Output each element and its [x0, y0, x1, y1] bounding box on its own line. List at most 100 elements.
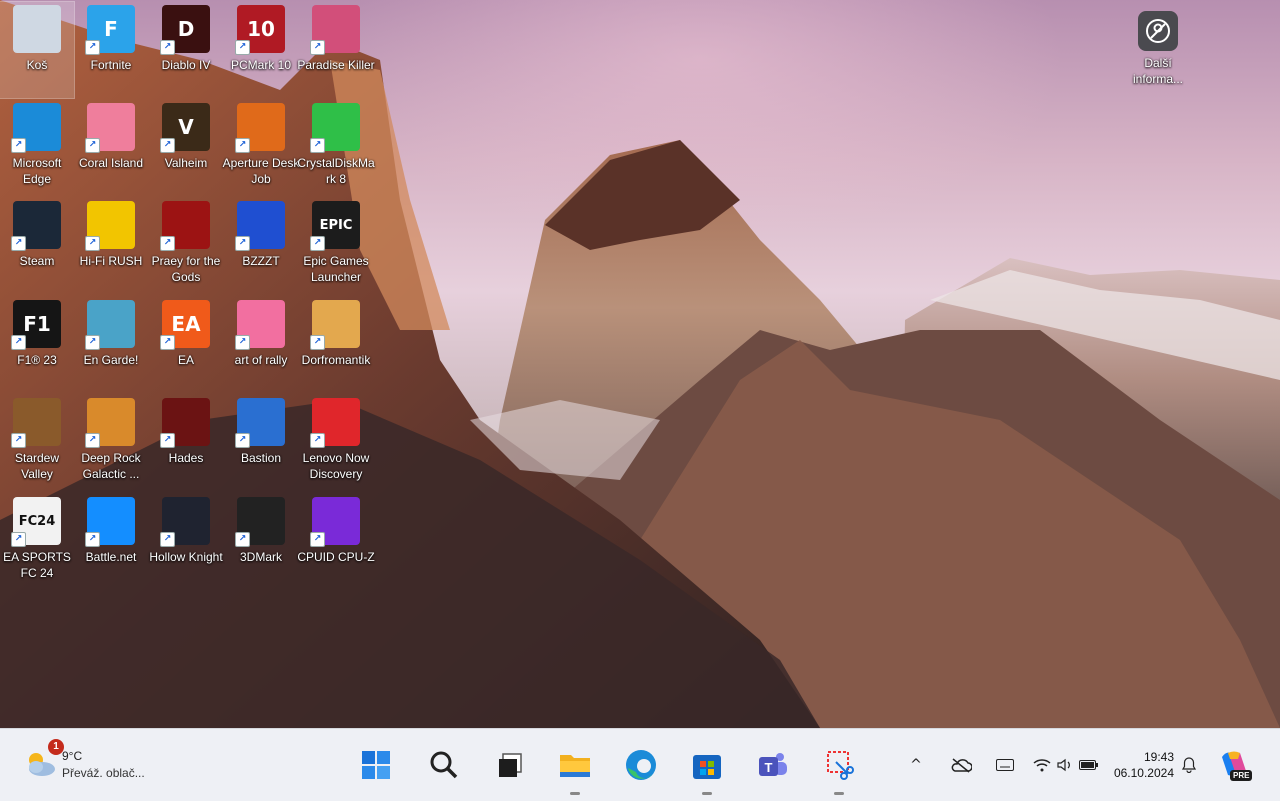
crystaldisk-icon: ↗	[310, 103, 360, 153]
desktop-icon-f1-23[interactable]: F1 ↗ F1® 23	[0, 297, 74, 393]
shortcut-arrow-icon: ↗	[235, 40, 250, 55]
desktop-icon-ea-sports-fc-24[interactable]: FC24 ↗ EA SPORTS FC 24	[0, 494, 74, 590]
teams-button[interactable]: T	[751, 743, 795, 787]
desktop-icon-stardew-valley[interactable]: ↗ Stardew Valley	[0, 395, 74, 491]
desktop-icon-label: art of rally	[234, 353, 288, 367]
icon-glyph: 10	[247, 17, 275, 41]
hades-icon: ↗	[160, 398, 210, 448]
search-button[interactable]	[422, 743, 466, 787]
desktop-icon-label: Microsoft Edge	[12, 156, 62, 186]
shortcut-arrow-icon: ↗	[235, 335, 250, 350]
desktop-icon-3dmark[interactable]: ↗ 3DMark	[224, 494, 298, 590]
art-of-rally-icon: ↗	[235, 300, 285, 350]
weather-widget[interactable]: 1 9°C Převáž. oblač...	[20, 739, 170, 785]
desktop-icon-hades[interactable]: ↗ Hades	[149, 395, 223, 491]
desktop-icon-cpuid-cpu-z[interactable]: ↗ CPUID CPU-Z	[297, 494, 375, 590]
desktop-icon-diablo-iv[interactable]: D ↗ Diablo IV	[149, 2, 223, 98]
battery-icon[interactable]	[1078, 753, 1100, 777]
desktop-icon-label: EA	[177, 353, 194, 367]
battlenet-icon: ↗	[85, 497, 135, 547]
shortcut-arrow-icon: ↗	[310, 433, 325, 448]
start-button[interactable]	[354, 743, 398, 787]
desktop-icon-label: Aperture Desk Job	[222, 156, 300, 186]
bastion-icon: ↗	[235, 398, 285, 448]
desktop-icon-deep-rock-galactic[interactable]: ↗ Deep Rock Galactic ...	[74, 395, 148, 491]
en-garde-icon: ↗	[85, 300, 135, 350]
desktop-icon-fortnite[interactable]: F ↗ Fortnite	[74, 2, 148, 98]
shortcut-arrow-icon: ↗	[310, 40, 325, 55]
shortcut-arrow-icon: ↗	[160, 532, 175, 547]
desktop-icon-label: Coral Island	[78, 156, 144, 170]
desktop-icon-label: Deep Rock Galactic ...	[81, 451, 141, 481]
desktop-icon-microsoft-edge[interactable]: ↗ Microsoft Edge	[0, 100, 74, 196]
shortcut-arrow-icon: ↗	[85, 532, 100, 547]
wifi-icon[interactable]	[1032, 753, 1052, 777]
desktop-icon-epic-games-launcher[interactable]: EPIC ↗ Epic Games Launcher	[299, 198, 373, 294]
icon-glyph: EA	[171, 312, 201, 336]
desktop-icon-crystaldiskmark-8[interactable]: ↗ CrystalDiskMark 8	[297, 100, 375, 196]
coral-island-icon: ↗	[85, 103, 135, 153]
desktop-icon-praey-for-the-gods[interactable]: ↗ Praey for the Gods	[149, 198, 223, 294]
desktop-icon-valheim[interactable]: V ↗ Valheim	[149, 100, 223, 196]
store-icon	[693, 755, 721, 779]
dorfromantik-icon: ↗	[310, 300, 360, 350]
bell-icon[interactable]	[1180, 753, 1198, 777]
hollow-knight-icon: ↗	[160, 497, 210, 547]
desktop-icon-paradise-killer[interactable]: ↗ Paradise Killer	[297, 2, 375, 98]
shortcut-arrow-icon: ↗	[160, 40, 175, 55]
desktop-icon-battle-net[interactable]: ↗ Battle.net	[74, 494, 148, 590]
praey-icon: ↗	[160, 201, 210, 251]
windows-start-icon	[362, 751, 390, 779]
chevron-up-icon[interactable]: ^	[906, 753, 926, 777]
shortcut-arrow-icon: ↗	[160, 138, 175, 153]
desktop-icon-label: EA SPORTS FC 24	[3, 550, 71, 580]
desktop-icon-ko[interactable]: Koš	[0, 1, 75, 99]
desktop-icon-hollow-knight[interactable]: ↗ Hollow Knight	[149, 494, 223, 590]
desktop-icon-label: Praey for the Gods	[151, 254, 221, 284]
desktop-icon-bastion[interactable]: ↗ Bastion	[224, 395, 298, 491]
shortcut-arrow-icon: ↗	[310, 138, 325, 153]
onedrive-icon[interactable]	[948, 753, 974, 777]
desktop-icon-dorfromantik[interactable]: ↗ Dorfromantik	[299, 297, 373, 393]
edge-taskbar-button[interactable]	[619, 743, 663, 787]
diablo-icon: D ↗	[160, 5, 210, 55]
keyboard-icon[interactable]	[994, 753, 1016, 777]
snipping-tool-button[interactable]	[817, 743, 861, 795]
folder-icon	[560, 755, 590, 777]
desktop-icon-ea[interactable]: EA ↗ EA	[149, 297, 223, 393]
fortnite-icon: F ↗	[85, 5, 135, 55]
widget-more-info[interactable]: Další informa...	[1122, 8, 1194, 104]
task-view-button[interactable]	[488, 743, 532, 787]
desktop-icon-label: F1® 23	[17, 353, 57, 367]
shortcut-arrow-icon: ↗	[11, 532, 26, 547]
copilot-button[interactable]: PRE	[1218, 749, 1253, 783]
desktop-icon-bzzzt[interactable]: ↗ BZZZT	[224, 198, 298, 294]
desktop-icon-label: Lenovo Now Discovery	[302, 451, 370, 481]
desktop-icon-pcmark-10[interactable]: 10 ↗ PCMark 10	[224, 2, 298, 98]
file-explorer-button[interactable]	[553, 743, 597, 795]
store-button[interactable]	[685, 743, 729, 795]
desktop-icon-lenovo-now-discovery[interactable]: ↗ Lenovo Now Discovery	[299, 395, 373, 491]
task-view-icon	[499, 753, 522, 777]
shortcut-arrow-icon: ↗	[160, 335, 175, 350]
taskbar: 1 9°C Převáž. oblač... T ^ 19:43 06.10.2…	[0, 728, 1280, 801]
volume-icon[interactable]	[1056, 753, 1074, 777]
desktop-icon-steam[interactable]: ↗ Steam	[0, 198, 74, 294]
clock[interactable]: 19:43 06.10.2024	[1108, 749, 1174, 781]
shortcut-arrow-icon: ↗	[310, 236, 325, 251]
clock-date: 06.10.2024	[1113, 766, 1174, 780]
edge-icon	[626, 750, 656, 780]
desktop-icon-coral-island[interactable]: ↗ Coral Island	[74, 100, 148, 196]
desktop-icon-en-garde[interactable]: ↗ En Garde!	[74, 297, 148, 393]
running-indicator	[834, 792, 844, 795]
paradise-killer-icon: ↗	[310, 5, 360, 55]
ea-icon: EA ↗	[160, 300, 210, 350]
desktop[interactable]: Koš F ↗ Fortnite D ↗ Diablo IV 10 ↗ PCMark 10 ↗ Par…	[0, 0, 1280, 728]
desktop-icon-hi-fi-rush[interactable]: ↗ Hi-Fi RUSH	[74, 198, 148, 294]
shortcut-arrow-icon: ↗	[11, 433, 26, 448]
desktop-icon-aperture-desk-job[interactable]: ↗ Aperture Desk Job	[222, 100, 300, 196]
desktop-icon-art-of-rally[interactable]: ↗ art of rally	[224, 297, 298, 393]
svg-text:T: T	[765, 760, 773, 775]
desktop-icon-label: BZZZT	[242, 254, 280, 268]
weather-desc: Převáž. oblač...	[62, 766, 145, 780]
